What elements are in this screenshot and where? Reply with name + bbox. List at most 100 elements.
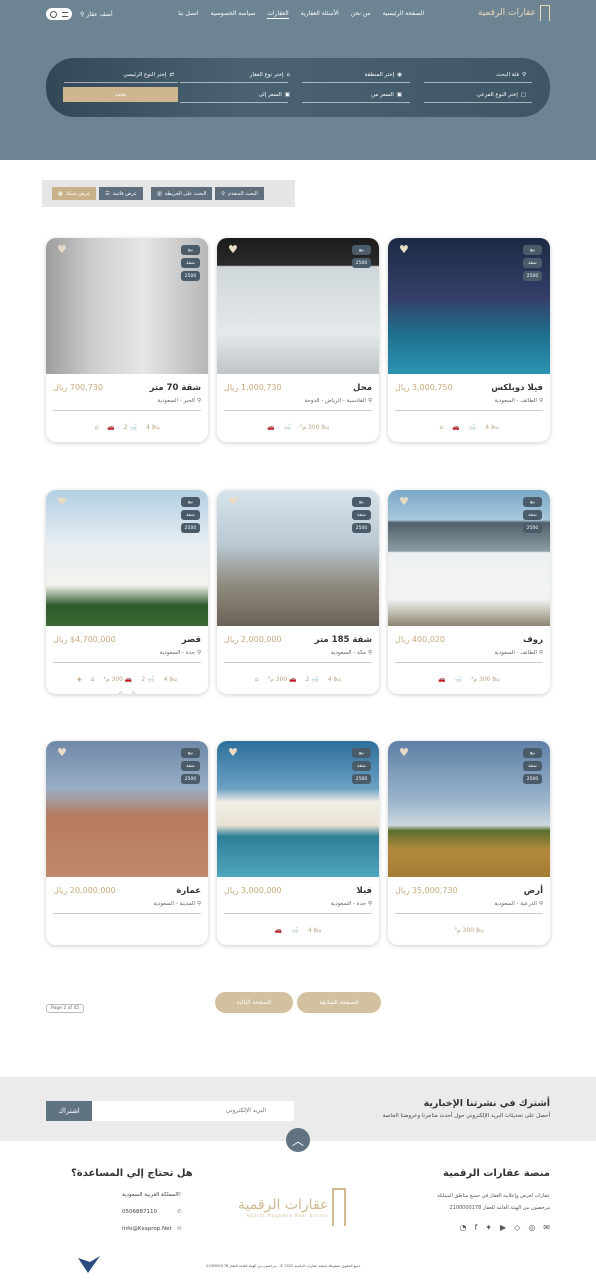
feature-item: 🛁 2 <box>141 676 154 683</box>
property-card[interactable]: ♥ بيع شقة 2500 شقة 185 متر 2,000,000 ريال … <box>217 490 379 694</box>
add-property-link[interactable]: ⚲ أضف عقار <box>80 11 113 18</box>
heart-icon[interactable]: ♥ <box>228 747 240 758</box>
feature-icon: ⌂ <box>254 676 259 683</box>
search-category-field[interactable]: ⚲ فئة البحث <box>496 72 526 78</box>
property-card[interactable]: ♥ بيع شقة 2500 فيلا 3,000,000 ريال ⚲ جدة - … <box>217 741 379 945</box>
property-title[interactable]: شقة 185 متر <box>315 635 372 645</box>
divider <box>53 410 201 411</box>
whatsapp-icon[interactable]: ◔ <box>459 1223 466 1232</box>
property-price: 400,020 ريال <box>395 635 445 644</box>
feature-value: 300 م² <box>267 676 288 683</box>
feature-icon: 🚗 <box>274 927 283 934</box>
property-location: ⚲ جدة - السعودية <box>160 650 201 656</box>
property-title[interactable]: أرض <box>524 886 543 896</box>
top-navigation: عقارات الرقمية الصفحة الرئيسية من نحن ال… <box>0 0 596 30</box>
feature-icon: 🚗 <box>107 424 115 431</box>
property-title[interactable]: قصر <box>182 635 201 645</box>
nav-home[interactable]: الصفحة الرئيسية <box>383 10 424 19</box>
divider <box>302 102 410 103</box>
field-label: فئة البحث <box>496 72 519 78</box>
feature-item: 🛏 300 م² <box>454 927 483 934</box>
feature-icon: ⌂ <box>94 424 99 431</box>
feature-item: 🚗 <box>438 676 445 683</box>
region-select[interactable]: ◉ إختر المنطقة <box>365 72 402 78</box>
subscribe-button[interactable]: اشتراك <box>46 1101 92 1121</box>
property-card[interactable]: ♥ بيع شقة 2500 فيلا دوبلكس 3,000,750 ريال … <box>388 238 550 442</box>
list-view-button[interactable]: ☰ عرض قائمة <box>99 187 144 200</box>
previous-page-button[interactable]: الصفحة السابقة <box>297 992 381 1013</box>
search-button[interactable]: بحث <box>63 87 178 102</box>
contact-email[interactable]: Info@Ksaprop.Net ✉ <box>122 1226 182 1232</box>
instagram-icon[interactable]: ◎ <box>528 1223 535 1232</box>
property-card[interactable]: ♥ بيع شقة 2500 عمارة 20,000,000 ريال ⚲ المد… <box>46 741 208 945</box>
contact-address: المملكة العربية السعودية ⚲ <box>122 1192 181 1198</box>
property-price: 2,000,000 ريال <box>224 635 282 644</box>
feature-item: ⌂ <box>439 424 443 431</box>
nav-faq[interactable]: الأسئلة العقارية <box>301 10 339 19</box>
property-tag: شقة <box>181 510 200 520</box>
feature-item: 🚗 <box>452 424 459 431</box>
property-type-select[interactable]: ⌂ إختر نوع العقار <box>250 72 290 78</box>
nav-properties[interactable]: العقارات <box>267 10 289 19</box>
contact-phone[interactable]: 0506887110 ✆ <box>122 1209 182 1215</box>
property-title[interactable]: فيلا دوبلكس <box>491 383 543 393</box>
newsletter-email-input[interactable] <box>91 1101 294 1121</box>
map-pin-icon: ⚲ <box>538 650 543 656</box>
main-type-select[interactable]: ⇄ إختر النوع الرئيسي <box>123 72 174 78</box>
property-title[interactable]: روف <box>523 635 543 645</box>
feature-icon: ⌂ <box>131 690 136 694</box>
feature-icon: 🛁 <box>129 424 138 431</box>
heart-icon[interactable]: ♥ <box>57 496 69 507</box>
property-card[interactable]: ♥ بيع شقة 2500 قصر $4,700,000 ريال ⚲ جدة - … <box>46 490 208 694</box>
property-card[interactable]: ♥ بيع شقة 2500 شقة 70 متر 700,730 ريال ⚲ ال… <box>46 238 208 442</box>
globe-icon <box>50 10 58 18</box>
price-from-input[interactable]: ▣ السعر من <box>371 92 402 98</box>
next-page-button[interactable]: الصفحة التالية <box>215 992 293 1013</box>
square-icon: ▢ <box>520 92 526 98</box>
nav-contact[interactable]: اتصل بنا <box>178 10 198 19</box>
snapchat-icon[interactable]: ◇ <box>514 1223 520 1232</box>
property-tag: شقة <box>352 510 371 520</box>
feature-item: 🛏 300 م² <box>471 676 500 683</box>
property-title[interactable]: محل <box>353 383 372 393</box>
feature-icon: 🛏 <box>333 676 342 683</box>
heart-icon[interactable]: ♥ <box>228 496 240 507</box>
nav-about[interactable]: من نحن <box>351 10 371 19</box>
property-price: 3,000,750 ريال <box>395 383 453 392</box>
feature-item: 🚗 300 م² <box>103 676 132 683</box>
feature-value: 4 <box>146 424 150 431</box>
property-card[interactable]: ♥ بيع 2500 محل 1,000,730 ريال ⚲ القادسية -… <box>217 238 379 442</box>
property-title[interactable]: شقة 70 متر <box>150 383 201 393</box>
heart-icon[interactable]: ♥ <box>399 496 411 507</box>
scroll-to-top-button[interactable]: ︿ <box>286 1128 310 1152</box>
property-title[interactable]: عمارة <box>176 886 201 896</box>
email-icon[interactable]: ✉ <box>543 1223 550 1232</box>
map-search-button[interactable]: ▥ البحث على الخريطة <box>151 187 213 200</box>
heart-icon[interactable]: ♥ <box>399 747 411 758</box>
price-to-input[interactable]: ▣ السعر إلى <box>258 92 290 98</box>
site-logo[interactable]: عقارات الرقمية <box>478 5 550 21</box>
feature-icon: 🚗 <box>124 676 133 683</box>
property-card[interactable]: ♥ بيع شقة 2500 أرض 35,000,730 ريال ⚲ الدرعي… <box>388 741 550 945</box>
sub-type-select[interactable]: ▢ إختر النوع الفرعي <box>477 92 526 98</box>
mail-icon: ✉ <box>177 1226 182 1232</box>
feature-item: 🛏 4 <box>328 676 341 683</box>
youtube-icon[interactable]: ▶ <box>500 1223 506 1232</box>
property-tags: بيع شقة 2500 <box>523 245 542 281</box>
user-menu-toggle[interactable] <box>46 8 72 20</box>
footer-logo[interactable]: عقارات الرقمية Aqarat Raqamia Real Estat… <box>238 1188 347 1226</box>
facebook-icon[interactable]: f <box>474 1223 477 1232</box>
heart-icon[interactable]: ♥ <box>399 244 411 255</box>
grid-view-button[interactable]: ▦ عرض شبكة <box>52 187 97 200</box>
location-text: القادسية - الرياض - الدوحة <box>304 398 366 404</box>
property-tags: بيع شقة 2500 <box>523 497 542 533</box>
advanced-search-button[interactable]: ⚲ البحث المتقدم <box>215 187 264 200</box>
property-card[interactable]: ♥ بيع شقة 2500 روف 400,020 ريال ⚲ الطائف - … <box>388 490 550 694</box>
heart-icon[interactable]: ♥ <box>57 747 69 758</box>
button-label: البحث على الخريطة <box>164 190 207 197</box>
heart-icon[interactable]: ♥ <box>57 244 69 255</box>
heart-icon[interactable]: ♥ <box>228 244 240 255</box>
nav-privacy[interactable]: سياسة الخصوصية <box>211 10 256 19</box>
twitter-icon[interactable]: ✦ <box>485 1223 492 1232</box>
property-title[interactable]: فيلا <box>357 886 373 896</box>
